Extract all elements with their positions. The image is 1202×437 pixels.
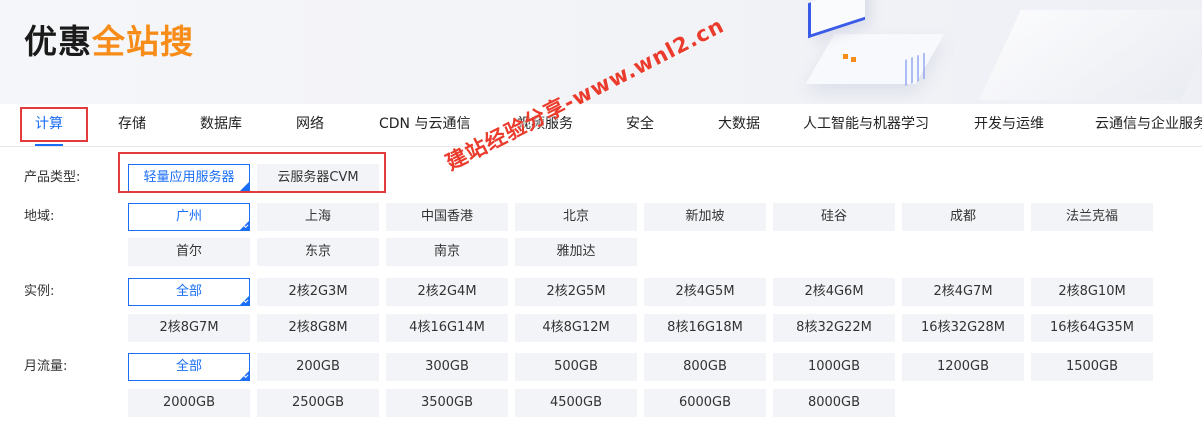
product-type-option[interactable]: 云服务器CVM	[257, 164, 379, 192]
traffic-option[interactable]: 全部	[128, 353, 250, 381]
nav-tab-network[interactable]: 网络	[296, 104, 324, 146]
region-label: 地域:	[24, 209, 55, 224]
logo-text-accent: 全站搜	[92, 22, 194, 61]
instance-option[interactable]: 2核8G10M	[1031, 278, 1153, 306]
nav-tab-enterprise[interactable]: 云通信与企业服务	[1095, 104, 1202, 146]
region-option[interactable]: 首尔	[128, 238, 250, 266]
product-type-label: 产品类型:	[24, 170, 81, 185]
nav-tab-database[interactable]: 数据库	[200, 104, 242, 146]
traffic-option[interactable]: 2500GB	[257, 389, 379, 417]
instance-option[interactable]: 2核4G6M	[773, 278, 895, 306]
instance-option[interactable]: 2核4G7M	[902, 278, 1024, 306]
instance-option[interactable]: 2核2G3M	[257, 278, 379, 306]
region-option[interactable]: 中国香港	[386, 203, 508, 231]
site-logo[interactable]: 优惠全站搜	[24, 22, 194, 62]
instance-option[interactable]: 2核8G7M	[128, 314, 250, 342]
traffic-label: 月流量:	[24, 359, 68, 374]
region-option[interactable]: 北京	[515, 203, 637, 231]
instance-option[interactable]: 2核2G4M	[386, 278, 508, 306]
banner-decoration	[979, 10, 1202, 100]
nav-tab-security[interactable]: 安全	[626, 104, 654, 146]
traffic-option[interactable]: 800GB	[644, 353, 766, 381]
traffic-option[interactable]: 1500GB	[1031, 353, 1153, 381]
traffic-option[interactable]: 1000GB	[773, 353, 895, 381]
traffic-option[interactable]: 1200GB	[902, 353, 1024, 381]
instance-option[interactable]: 16核64G35M	[1031, 314, 1153, 342]
nav-tab-bigdata[interactable]: 大数据	[718, 104, 760, 146]
nav-tab-ai[interactable]: 人工智能与机器学习	[803, 104, 929, 146]
product-type-option[interactable]: 轻量应用服务器	[128, 164, 250, 192]
traffic-option[interactable]: 3500GB	[386, 389, 508, 417]
banner-decoration	[843, 54, 848, 59]
region-option[interactable]: 东京	[257, 238, 379, 266]
region-option[interactable]: 上海	[257, 203, 379, 231]
region-option[interactable]: 硅谷	[773, 203, 895, 231]
banner-decoration	[851, 57, 856, 62]
instance-label: 实例:	[24, 284, 55, 299]
banner-decoration	[808, 0, 865, 39]
instance-option[interactable]: 2核4G5M	[644, 278, 766, 306]
logo-text-main: 优惠	[24, 22, 92, 61]
instance-option[interactable]: 8核16G18M	[644, 314, 766, 342]
region-option[interactable]: 南京	[386, 238, 508, 266]
nav-tab-storage[interactable]: 存储	[118, 104, 146, 146]
traffic-option[interactable]: 500GB	[515, 353, 637, 381]
traffic-option[interactable]: 4500GB	[515, 389, 637, 417]
traffic-option[interactable]: 300GB	[386, 353, 508, 381]
nav-tab-compute[interactable]: 计算	[35, 104, 63, 146]
region-option[interactable]: 法兰克福	[1031, 203, 1153, 231]
traffic-option[interactable]: 2000GB	[128, 389, 250, 417]
instance-option[interactable]: 全部	[128, 278, 250, 306]
traffic-option[interactable]: 8000GB	[773, 389, 895, 417]
nav-tab-cdn[interactable]: CDN 与云通信	[379, 104, 470, 146]
category-nav: 计算 存储 数据库 网络 CDN 与云通信 视频服务 安全 大数据 人工智能与机…	[0, 104, 1202, 147]
region-option[interactable]: 新加坡	[644, 203, 766, 231]
nav-tab-devops[interactable]: 开发与运维	[974, 104, 1044, 146]
instance-option[interactable]: 4核8G12M	[515, 314, 637, 342]
region-option[interactable]: 成都	[902, 203, 1024, 231]
traffic-option[interactable]: 200GB	[257, 353, 379, 381]
instance-option[interactable]: 16核32G28M	[902, 314, 1024, 342]
instance-option[interactable]: 2核8G8M	[257, 314, 379, 342]
region-option[interactable]: 广州	[128, 203, 250, 231]
instance-option[interactable]: 4核16G14M	[386, 314, 508, 342]
region-option[interactable]: 雅加达	[515, 238, 637, 266]
traffic-option[interactable]: 6000GB	[644, 389, 766, 417]
instance-option[interactable]: 8核32G22M	[773, 314, 895, 342]
instance-option[interactable]: 2核2G5M	[515, 278, 637, 306]
